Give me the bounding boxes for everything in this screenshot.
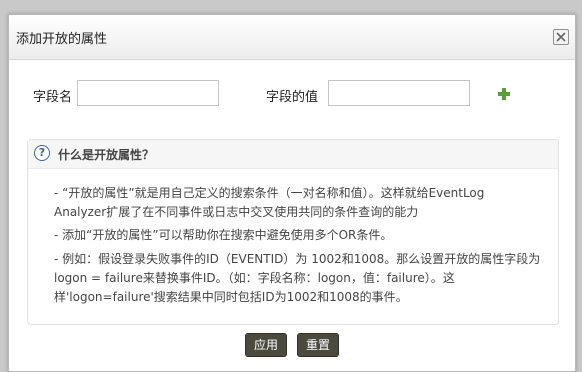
info-bullet-3-line-1: - 例如：假设登录失败事件的ID（EVENTID）为 1002和1008。那么设… [54,252,541,266]
info-bullet-3-line-2: logon = failure来替换事件ID。（如：字段名称：logon，值：f… [54,271,455,285]
info-bullet-1-line-1: - “开放的属性”就是用自己定义的搜索条件（一对名称和值）。这样就给EventL… [54,186,485,200]
field-name-label: 字段名 [33,90,73,105]
question-icon: ? [34,145,50,161]
dialog-title: 添加开放的属性 [16,32,108,47]
info-header: ? 什么是开放属性？ [28,140,558,169]
field-value-input[interactable] [328,80,470,106]
info-bullet-3-line-3: 样'logon=failure'搜索结果中同时包括ID为1002和1008的事件… [54,290,408,304]
add-open-attribute-dialog: 添加开放的属性 字段名 字段的值 ? 什么是开放属性？ - “开放的属性”就是用… [8,14,576,372]
info-box: ? 什么是开放属性？ - “开放的属性”就是用自己定义的搜索条件（一对名称和值）… [27,139,559,325]
close-icon[interactable] [553,29,569,45]
field-value-label: 字段的值 [266,90,319,105]
info-bullet-1-line-2: Analyzer扩展了在不同事件或日志中交叉使用共同的条件查询的能力 [54,205,419,219]
info-title: 什么是开放属性？ [58,148,155,162]
add-plus-icon[interactable] [497,87,511,101]
reset-button[interactable]: 重置 [297,333,340,357]
field-name-input[interactable] [77,80,219,106]
dialog-titlebar: 添加开放的属性 [9,15,575,60]
apply-button[interactable]: 应用 [245,333,288,357]
info-bullet-2: - 添加“开放的属性”可以帮助你在搜索中避免使用多个OR条件。 [54,228,393,242]
